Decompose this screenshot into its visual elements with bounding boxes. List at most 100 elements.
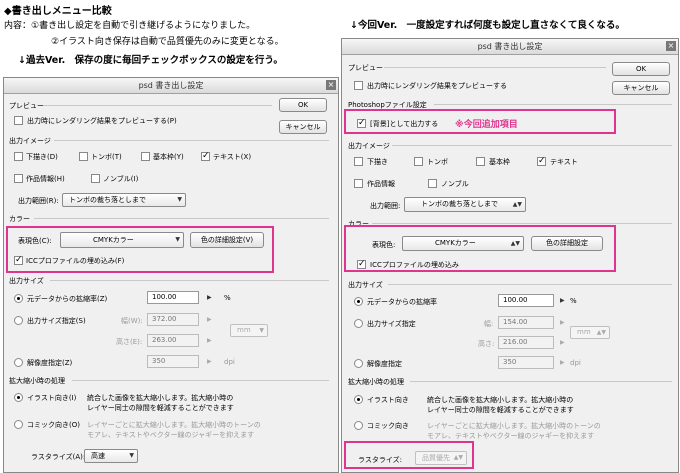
illust-radio[interactable] xyxy=(354,395,363,404)
old-color-highlight xyxy=(6,226,274,273)
tombo-checkbox[interactable] xyxy=(79,152,88,161)
frame-checkbox[interactable] xyxy=(476,157,485,166)
outsize-label: 出力サイズ指定(S) xyxy=(27,317,86,325)
draft-checkbox[interactable] xyxy=(354,157,363,166)
illust-label: イラスト向き(I) xyxy=(27,394,77,402)
text-checkbox[interactable]: ✓ xyxy=(537,157,546,166)
comic-desc-2: モアレ、テキストやベクター線のジャギーを抑えます xyxy=(427,432,595,440)
height-input[interactable]: 216.00 xyxy=(498,336,554,349)
text-label: テキスト(X) xyxy=(213,153,252,161)
nombre-checkbox[interactable] xyxy=(91,174,100,183)
chevron-updown-icon: ▲▼ xyxy=(596,329,606,336)
scale-input[interactable]: 100.00 xyxy=(498,294,554,307)
unit-value: mm xyxy=(237,326,251,334)
new-color-highlight xyxy=(344,225,616,272)
illust-desc-1: 統合した画像を拡大縮小します。拡大縮小時の xyxy=(87,394,234,402)
section-preview: プレビュー xyxy=(9,102,44,110)
frame-label: 基本枠 xyxy=(489,158,510,166)
divider xyxy=(388,284,672,285)
ok-button[interactable]: OK xyxy=(279,98,327,112)
chevron-updown-icon: ▲▼ xyxy=(512,201,522,208)
height-label: 高さ(E): xyxy=(116,338,143,346)
outsize-radio[interactable] xyxy=(354,319,363,328)
divider xyxy=(54,140,329,141)
range-select[interactable]: トンボの裁ち落としまで ▲▼ xyxy=(404,197,526,212)
divider xyxy=(384,67,606,68)
section-color: カラー xyxy=(9,215,30,223)
resolution-input[interactable]: 350 xyxy=(147,355,199,368)
range-select[interactable]: トンボの裁ち落としまで ▼ xyxy=(62,193,186,207)
divider xyxy=(372,223,672,224)
scale-input[interactable]: 100.00 xyxy=(147,291,199,304)
tombo-label: トンボ(T) xyxy=(91,153,122,161)
width-input[interactable]: 154.00 xyxy=(498,316,554,329)
divider xyxy=(34,218,329,219)
section-output-size: 出力サイズ xyxy=(9,277,44,285)
preview-checkbox[interactable] xyxy=(14,116,23,125)
unit-value: mm xyxy=(577,328,591,336)
resolution-label: 解像度指定 xyxy=(367,360,402,368)
play-icon[interactable]: ▶ xyxy=(560,359,565,366)
illust-radio[interactable] xyxy=(14,393,23,402)
scale-unit: % xyxy=(570,297,577,305)
new-background-highlight xyxy=(344,109,616,134)
cancel-button[interactable]: キャンセル xyxy=(612,81,670,95)
height-label: 高さ: xyxy=(478,340,495,348)
illust-desc-2: レイヤー同士の隙間を軽減することができます xyxy=(427,406,574,414)
illust-label: イラスト向き xyxy=(367,396,409,404)
rasterize-select[interactable]: 高速 ▼ xyxy=(84,449,138,463)
section-output-image: 出力イメージ xyxy=(9,137,51,145)
comic-radio[interactable] xyxy=(14,420,23,429)
chevron-down-icon: ▼ xyxy=(177,196,182,203)
preview-checkbox[interactable] xyxy=(354,81,363,90)
play-icon[interactable]: ▶ xyxy=(207,294,212,301)
rasterize-value: 高速 xyxy=(91,452,105,460)
nombre-checkbox[interactable] xyxy=(428,179,437,188)
left-caption: ↓過去Ver. 保存の度に毎回チェックボックスの設定を行う。 xyxy=(18,55,283,66)
comic-radio[interactable] xyxy=(354,421,363,430)
right-caption: ↓今回Ver. 一度設定すれば何度も設定し直さなくて良くなる。 xyxy=(350,20,625,31)
divider xyxy=(72,380,329,381)
text-label: テキスト xyxy=(550,158,578,166)
chevron-down-icon: ▼ xyxy=(129,452,134,459)
outsize-radio[interactable] xyxy=(14,316,23,325)
divider xyxy=(44,105,272,106)
close-icon[interactable]: × xyxy=(326,80,336,90)
width-input[interactable]: 372.00 xyxy=(147,313,199,326)
play-icon[interactable]: ▶ xyxy=(207,316,212,323)
resolution-radio[interactable] xyxy=(14,358,23,367)
comic-desc-1: レイヤーごとに拡大縮小します。拡大縮小時のトーンの xyxy=(87,421,261,429)
workinfo-checkbox[interactable] xyxy=(14,174,23,183)
dialog-title: psd 書き出し設定 xyxy=(4,78,338,94)
play-icon[interactable]: ▶ xyxy=(560,339,565,346)
resolution-radio[interactable] xyxy=(354,359,363,368)
new-rasterize-highlight xyxy=(344,441,474,469)
ok-button[interactable]: OK xyxy=(612,62,670,76)
section-output-size: 出力サイズ xyxy=(348,281,383,289)
preview-check-label: 出力時にレンダリング結果をプレビューする(P) xyxy=(27,117,177,125)
scale-label: 元データからの拡縮率 xyxy=(367,298,437,306)
outsize-label: 出力サイズ指定 xyxy=(367,320,416,328)
play-icon[interactable]: ▶ xyxy=(560,297,565,304)
tombo-checkbox[interactable] xyxy=(414,157,423,166)
comic-desc-1: レイヤーごとに拡大縮小します。拡大縮小時のトーンの xyxy=(427,422,601,430)
play-icon[interactable]: ▶ xyxy=(207,358,212,365)
text-checkbox[interactable]: ✓ xyxy=(201,152,210,161)
unit-select[interactable]: mm ▲▼ xyxy=(570,326,610,339)
workinfo-label: 作品情報 xyxy=(367,180,395,188)
range-value: トンボの裁ち落としまで xyxy=(421,200,498,208)
scale-radio[interactable] xyxy=(354,297,363,306)
resolution-label: 解像度指定(Z) xyxy=(27,359,73,367)
scale-radio[interactable] xyxy=(14,294,23,303)
frame-checkbox[interactable] xyxy=(141,152,150,161)
workinfo-checkbox[interactable] xyxy=(354,179,363,188)
cancel-button[interactable]: キャンセル xyxy=(279,120,327,134)
play-icon[interactable]: ▶ xyxy=(560,319,565,326)
height-input[interactable]: 263.00 xyxy=(147,334,199,347)
resolution-input[interactable]: 350 xyxy=(498,356,554,369)
play-icon[interactable]: ▶ xyxy=(207,337,212,344)
close-icon[interactable]: × xyxy=(666,41,676,51)
draft-checkbox[interactable] xyxy=(14,152,23,161)
rasterize-label: ラスタライズ(A): xyxy=(31,453,86,461)
unit-select[interactable]: mm ▼ xyxy=(230,324,268,337)
